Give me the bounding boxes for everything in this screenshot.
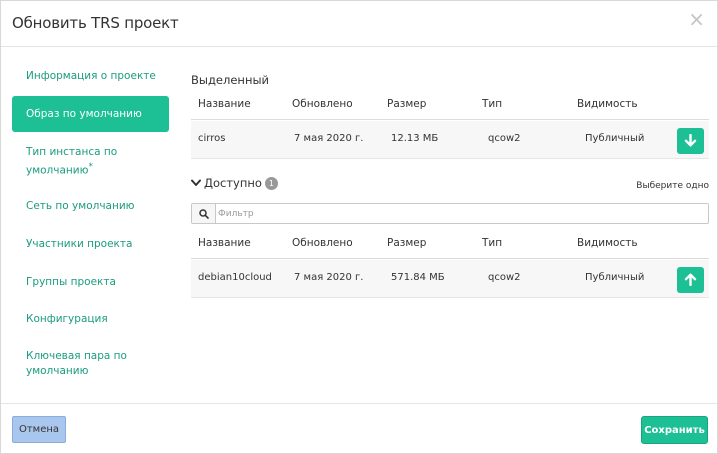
nav-item-label: умолчанию — [26, 164, 89, 177]
nav-item-label: Тип инстанса по — [26, 146, 118, 158]
nav-item-label: умолчанию — [26, 365, 89, 377]
close-icon[interactable]: × — [688, 9, 705, 29]
nav-item-configuration[interactable]: Конфигурация — [12, 312, 169, 327]
table-row: debian10cloud 7 мая 2020 г. 571.84 МБ qc… — [191, 260, 709, 298]
cell-size: 571.84 МБ — [391, 272, 445, 283]
dialog-header: Обновить TRS проект × — [1, 1, 717, 47]
arrow-down-icon — [684, 134, 697, 147]
available-section-label: Доступно — [204, 176, 262, 190]
header-divider — [191, 258, 709, 259]
cell-size: 12.13 МБ — [391, 133, 439, 144]
column-header-updated: Обновлено — [292, 98, 353, 110]
footer-divider — [1, 403, 717, 404]
select-one-hint: Выберите одно — [636, 181, 709, 191]
column-header-updated: Обновлено — [292, 237, 353, 249]
column-header-size: Размер — [387, 98, 427, 110]
table-row: cirros 7 мая 2020 г. 12.13 МБ qcow2 Публ… — [191, 121, 709, 159]
column-header-name: Название — [198, 98, 251, 110]
nav-item-project-members[interactable]: Участники проекта — [12, 237, 169, 252]
selected-section-label: Выделенный — [191, 73, 270, 87]
column-header-type: Тип — [482, 237, 503, 249]
cancel-button[interactable]: Отмена — [12, 416, 66, 443]
nav-item-project-groups[interactable]: Группы проекта — [12, 275, 169, 290]
nav-item-label: Ключевая пара по — [26, 350, 127, 362]
cell-updated: 7 мая 2020 г. — [294, 272, 364, 283]
available-section-toggle[interactable]: Доступно 1 — [191, 176, 278, 190]
column-header-type: Тип — [482, 98, 503, 110]
arrow-up-icon — [684, 273, 697, 286]
column-header-visibility: Видимость — [577, 98, 638, 110]
cell-visibility: Публичный — [585, 272, 645, 283]
filter-input[interactable] — [218, 206, 698, 221]
nav-item-default-network[interactable]: Сеть по умолчанию — [12, 199, 169, 214]
cell-name: debian10cloud — [198, 272, 272, 283]
header-divider — [191, 119, 709, 120]
deallocate-button[interactable] — [677, 128, 704, 154]
chevron-down-icon — [191, 179, 201, 186]
cell-visibility: Публичный — [585, 133, 645, 144]
nav-item-default-keypair[interactable]: Ключевая пара по умолчанию — [12, 349, 169, 379]
column-header-size: Размер — [387, 237, 427, 249]
nav-item-default-image[interactable]: Образ по умолчанию — [12, 96, 169, 132]
cell-name: cirros — [198, 133, 226, 144]
search-icon — [192, 204, 216, 223]
column-header-name: Название — [198, 237, 251, 249]
save-button[interactable]: Сохранить — [641, 416, 708, 444]
nav-item-default-flavor[interactable]: Тип инстанса по умолчанию* — [12, 145, 169, 179]
update-project-dialog: Обновить TRS проект × Информация о проек… — [0, 0, 718, 454]
cell-updated: 7 мая 2020 г. — [294, 133, 364, 144]
required-mark: * — [88, 162, 93, 172]
dialog-title: Обновить TRS проект — [12, 14, 179, 32]
column-header-visibility: Видимость — [577, 237, 638, 249]
cell-type: qcow2 — [488, 133, 521, 144]
cell-type: qcow2 — [488, 272, 521, 283]
allocate-button[interactable] — [677, 267, 704, 293]
filter-box — [191, 203, 709, 224]
available-count-badge: 1 — [264, 177, 278, 190]
nav-item-project-info[interactable]: Информация о проекте — [12, 69, 169, 84]
